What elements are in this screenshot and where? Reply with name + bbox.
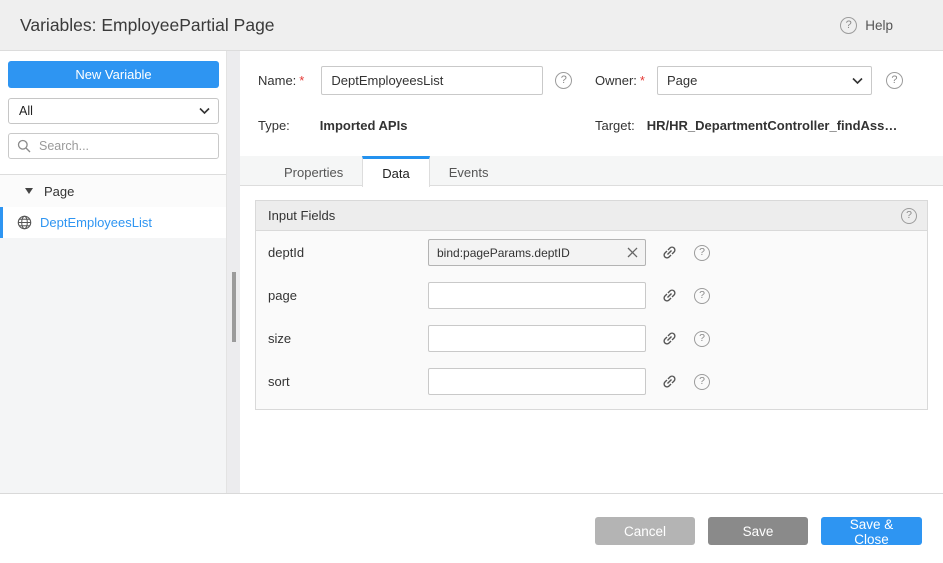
field-row-deptid: deptId ? xyxy=(268,239,927,266)
field-help-icon[interactable]: ? xyxy=(694,288,710,304)
size-input[interactable] xyxy=(428,325,646,352)
tree-group-label: Page xyxy=(44,184,74,199)
field-label: page xyxy=(268,288,428,303)
required-asterisk: * xyxy=(299,73,304,88)
dialog-footer: Cancel Save Save & Close xyxy=(0,493,943,563)
owner-select-wrap: Page xyxy=(657,66,872,95)
target-label: Target: xyxy=(595,118,635,133)
splitter-handle[interactable] xyxy=(232,272,236,342)
tree-empty-area xyxy=(0,238,226,493)
tree-item-label: DeptEmployeesList xyxy=(40,215,152,230)
tab-properties[interactable]: Properties xyxy=(265,156,362,186)
dialog-header: Variables: EmployeePartial Page ? Help xyxy=(0,0,943,51)
variable-filter-select[interactable]: All xyxy=(8,98,219,124)
help-link[interactable]: ? Help xyxy=(840,0,893,50)
bind-link-icon[interactable] xyxy=(659,243,679,263)
tab-events[interactable]: Events xyxy=(430,156,508,186)
page-input[interactable] xyxy=(428,282,646,309)
target-row: Target: HR/HR_DepartmentController_findA… xyxy=(595,115,897,135)
help-icon: ? xyxy=(840,17,857,34)
collapse-triangle-icon xyxy=(25,188,33,194)
target-value: HR/HR_DepartmentController_findAss… xyxy=(647,118,898,133)
search-input[interactable] xyxy=(8,133,219,159)
input-fields-help-icon[interactable]: ? xyxy=(901,208,917,224)
field-label: size xyxy=(268,331,428,346)
field-input-wrap xyxy=(428,368,646,395)
tree-group-page[interactable]: Page xyxy=(0,175,226,207)
help-label: Help xyxy=(865,18,893,33)
field-label: sort xyxy=(268,374,428,389)
name-label: Name:* xyxy=(258,73,304,88)
type-label: Type: xyxy=(258,118,290,133)
type-value: Imported APIs xyxy=(320,118,408,133)
variables-tree: Page DeptEmployeesList xyxy=(0,174,226,493)
owner-label: Owner:* xyxy=(595,73,645,88)
input-fields-header: Input Fields ? xyxy=(256,201,927,231)
globe-icon xyxy=(17,215,32,230)
required-asterisk: * xyxy=(640,73,645,88)
field-input-wrap xyxy=(428,325,646,352)
save-button[interactable]: Save xyxy=(708,517,808,545)
input-fields-panel: Input Fields ? deptId ? xyxy=(255,200,928,410)
field-label: deptId xyxy=(268,245,428,260)
field-help-icon[interactable]: ? xyxy=(694,245,710,261)
tree-item-deptemployeeslist[interactable]: DeptEmployeesList xyxy=(0,207,226,238)
clear-binding-icon[interactable] xyxy=(624,244,641,261)
name-field-row: Name:* ? xyxy=(258,66,572,95)
field-row-sort: sort ? xyxy=(268,368,927,395)
field-help-icon[interactable]: ? xyxy=(694,374,710,390)
splitter-gutter xyxy=(226,51,240,493)
tab-data[interactable]: Data xyxy=(362,156,429,187)
owner-select[interactable]: Page xyxy=(657,66,872,95)
field-row-page: page ? xyxy=(268,282,927,309)
variable-filter-wrap: All xyxy=(8,98,219,124)
sort-input[interactable] xyxy=(428,368,646,395)
field-input-wrap xyxy=(428,239,646,266)
field-input-wrap xyxy=(428,282,646,309)
bind-link-icon[interactable] xyxy=(659,329,679,349)
footer-buttons: Cancel Save Save & Close xyxy=(595,517,922,545)
page-title: Variables: EmployeePartial Page xyxy=(20,15,275,36)
deptid-input[interactable] xyxy=(428,239,646,266)
field-row-size: size ? xyxy=(268,325,927,352)
tabstrip: Properties Data Events xyxy=(240,156,943,186)
field-help-icon[interactable]: ? xyxy=(694,331,710,347)
name-input[interactable] xyxy=(321,66,543,95)
new-variable-button[interactable]: New Variable xyxy=(8,61,219,88)
variables-sidebar: New Variable All Page xyxy=(0,51,226,493)
bind-link-icon[interactable] xyxy=(659,372,679,392)
variables-dialog: Variables: EmployeePartial Page ? Help N… xyxy=(0,0,943,563)
input-fields-title: Input Fields xyxy=(268,208,335,223)
name-help-icon[interactable]: ? xyxy=(555,72,572,89)
search-wrap xyxy=(8,133,219,159)
owner-help-icon[interactable]: ? xyxy=(886,72,903,89)
type-row: Type: Imported APIs xyxy=(258,115,407,135)
bind-link-icon[interactable] xyxy=(659,286,679,306)
owner-field-row: Owner:* Page ? xyxy=(595,66,903,95)
input-fields-body: deptId ? page xyxy=(256,231,927,395)
variable-detail-panel: Name:* ? Owner:* Page ? Type: Imported A… xyxy=(240,51,943,493)
cancel-button[interactable]: Cancel xyxy=(595,517,695,545)
save-and-close-button[interactable]: Save & Close xyxy=(821,517,922,545)
